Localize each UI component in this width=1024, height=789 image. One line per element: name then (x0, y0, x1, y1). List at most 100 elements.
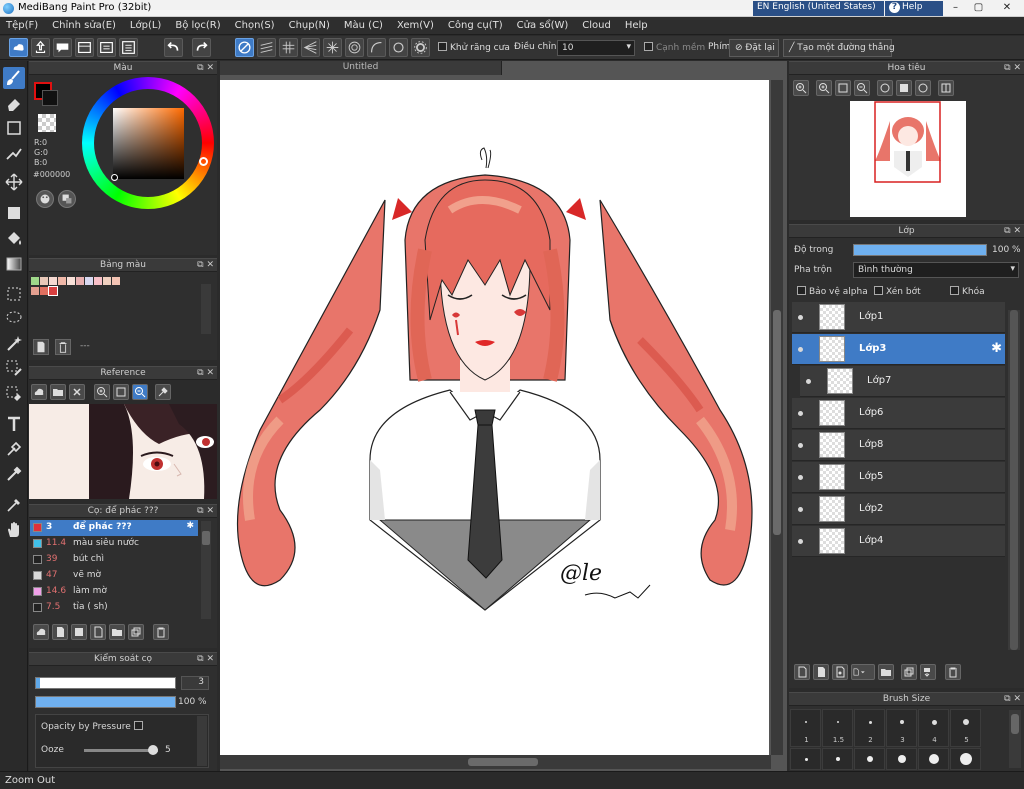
clipping-option[interactable]: Xén bớt (874, 286, 921, 297)
visibility-eye-icon[interactable] (796, 313, 805, 322)
reset-button[interactable]: ⊘ Đặt lại (729, 39, 779, 57)
move-tool-button[interactable] (3, 171, 25, 193)
undo-button[interactable] (164, 38, 183, 57)
select-pen-tool-button[interactable] (3, 357, 25, 379)
nav-fit-button[interactable] (835, 80, 851, 96)
brush-size-option[interactable]: 3 (886, 709, 917, 747)
canvas-hscroll-thumb[interactable] (468, 758, 538, 766)
ellipse-snap-button[interactable] (389, 38, 408, 57)
menu-filter[interactable]: Bộ lọc(R) (175, 20, 220, 31)
navigator-preview[interactable] (850, 101, 966, 217)
brush-size-scrollbar[interactable] (1009, 710, 1021, 768)
maximize-button[interactable]: ▢ (967, 0, 990, 17)
perspective-snap-button[interactable] (301, 38, 320, 57)
fill-rect-tool-button[interactable] (3, 202, 25, 224)
menu-file[interactable]: Tệp(F) (6, 20, 38, 31)
material-button[interactable] (97, 38, 116, 57)
panel-controls-icon[interactable]: ⧉ ✕ (197, 367, 214, 379)
brush-options-scrollbar[interactable] (197, 716, 207, 766)
nav-reset-view-button[interactable] (896, 80, 912, 96)
soft-edge-toggle[interactable]: Cạnh mềm (644, 42, 705, 53)
add-brush-button[interactable] (52, 624, 68, 640)
panel-controls-icon[interactable]: ⧉ ✕ (1004, 62, 1021, 74)
menu-select[interactable]: Chọn(S) (235, 20, 275, 31)
brush-list-item[interactable]: 39 bút chì (30, 552, 198, 568)
layer-row[interactable]: Lớp6 (792, 398, 1005, 429)
ooze-slider[interactable] (84, 745, 158, 755)
brush-opacity-slider[interactable] (35, 696, 176, 708)
brush-settings-gear-icon[interactable]: ✱ (186, 521, 194, 531)
palette-swatch[interactable] (67, 277, 75, 285)
lasso-tool-button[interactable] (3, 307, 25, 329)
layer-settings-gear-icon[interactable]: ✱ (991, 341, 1002, 356)
visibility-eye-icon[interactable] (796, 473, 805, 482)
brush-size-option[interactable]: 1 (790, 709, 821, 747)
layer-list-scrollbar[interactable] (1008, 310, 1020, 650)
brush-size-value[interactable]: 3 (181, 676, 209, 690)
duplicate-layer-button[interactable] (901, 664, 917, 680)
layer-row[interactable]: Lớp1 (792, 302, 1005, 333)
reference-fit-button[interactable] (113, 384, 129, 400)
palette-swatch[interactable] (48, 286, 58, 296)
lock-option[interactable]: Khóa (950, 286, 985, 297)
clipping-checkbox[interactable] (874, 286, 883, 295)
eyedropper-fill-tool-button[interactable] (3, 463, 25, 485)
nav-zoom-in-2-button[interactable] (816, 80, 832, 96)
brush-cloud-button[interactable] (33, 624, 49, 640)
cloud-save-button[interactable] (9, 38, 28, 57)
canvas[interactable]: @le (220, 80, 769, 755)
brush-size-option[interactable] (886, 748, 917, 770)
bucket-tool-button[interactable] (3, 228, 25, 250)
brush-size-option[interactable] (918, 748, 949, 770)
brush-size-option[interactable]: 5 (950, 709, 981, 747)
grid-snap-button[interactable] (279, 38, 298, 57)
reference-zoom-in-button[interactable] (94, 384, 110, 400)
layer-row[interactable]: Lớp4 (792, 526, 1005, 557)
layer-opacity-slider[interactable] (853, 244, 987, 256)
nav-flip-button[interactable] (938, 80, 954, 96)
transparent-color-swatch[interactable] (38, 114, 56, 132)
panel-controls-icon[interactable]: ⧉ ✕ (197, 653, 214, 665)
help-button[interactable]: ? Help (885, 1, 943, 16)
visibility-eye-icon[interactable] (796, 345, 805, 354)
magic-wand-tool-button[interactable] (3, 333, 25, 355)
canvas-horizontal-scrollbar[interactable] (220, 755, 771, 769)
brush-size-option[interactable]: 2 (854, 709, 885, 747)
panel-controls-icon[interactable]: ⧉ ✕ (197, 505, 214, 517)
panel-toggle-button[interactable] (75, 38, 94, 57)
radial-snap-button[interactable] (323, 38, 342, 57)
brush-list-item[interactable]: 7.5 tỉa ( sh) (30, 600, 198, 616)
nav-rotate-left-button[interactable] (877, 80, 893, 96)
visibility-eye-icon[interactable] (804, 377, 813, 386)
visibility-eye-icon[interactable] (796, 409, 805, 418)
palette-swatch[interactable] (49, 277, 57, 285)
language-selector[interactable]: EN English (United States) (753, 1, 884, 16)
panel-controls-icon[interactable]: ⧉ ✕ (1004, 693, 1021, 705)
delete-layer-button[interactable] (945, 664, 961, 680)
protect-alpha-checkbox[interactable] (797, 286, 806, 295)
panel-controls-icon[interactable]: ⧉ ✕ (197, 62, 214, 74)
brush-size-option[interactable] (822, 748, 853, 770)
palette-scrollbar[interactable] (201, 284, 211, 334)
hand-tool-button[interactable] (3, 519, 25, 541)
snap-off-button[interactable] (235, 38, 254, 57)
concentric-snap-button[interactable] (345, 38, 364, 57)
nav-zoom-in-button[interactable] (793, 80, 809, 96)
palette-swatch[interactable] (85, 277, 93, 285)
menu-layer[interactable]: Lớp(L) (130, 20, 161, 31)
color-mode-button[interactable] (36, 190, 54, 208)
menu-tools[interactable]: Công cụ(T) (448, 20, 503, 31)
dot-tool-button[interactable] (3, 117, 25, 139)
parallel-snap-button[interactable] (257, 38, 276, 57)
menu-window[interactable]: Cửa sổ(W) (517, 20, 569, 31)
layer-row[interactable]: Lớp7 (800, 366, 1005, 397)
nav-rotate-right-button[interactable] (915, 80, 931, 96)
canvas-vscroll-thumb[interactable] (773, 310, 781, 535)
delete-brush-button[interactable] (153, 624, 169, 640)
brush-size-slider[interactable] (35, 677, 176, 689)
visibility-eye-icon[interactable] (796, 441, 805, 450)
palette-swatch[interactable] (58, 277, 66, 285)
eraser-tool-button[interactable] (3, 93, 25, 115)
hue-marker[interactable] (199, 157, 208, 166)
grid-panel-button[interactable] (119, 38, 138, 57)
